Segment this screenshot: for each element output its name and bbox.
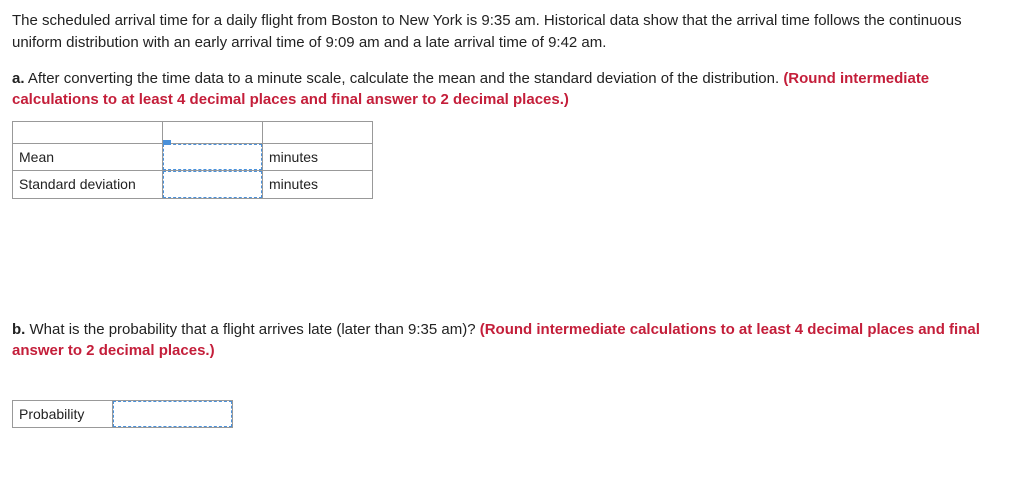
part-b-text: What is the probability that a flight ar…	[25, 321, 479, 338]
part-a-label: a.	[12, 70, 25, 87]
mean-input-cell	[163, 144, 263, 171]
part-a-question: a. After converting the time data to a m…	[12, 68, 1012, 112]
probability-input[interactable]	[113, 401, 232, 427]
mean-input[interactable]	[163, 144, 262, 170]
table-header-empty	[163, 122, 263, 144]
part-a-table: Mean minutes Standard deviation minutes	[12, 121, 373, 199]
probability-input-cell	[113, 401, 233, 428]
part-b-question: b. What is the probability that a flight…	[12, 319, 1012, 363]
table-row: Mean minutes	[13, 144, 373, 171]
table-header-empty	[263, 122, 373, 144]
sd-unit: minutes	[263, 171, 373, 198]
sd-label: Standard deviation	[13, 171, 163, 198]
mean-label: Mean	[13, 144, 163, 171]
probability-label: Probability	[13, 401, 113, 428]
mean-unit: minutes	[263, 144, 373, 171]
part-b-label: b.	[12, 321, 25, 338]
problem-intro: The scheduled arrival time for a daily f…	[12, 10, 1012, 54]
table-header-empty	[13, 122, 163, 144]
table-row: Probability	[13, 401, 233, 428]
sd-input-cell	[163, 171, 263, 198]
table-row: Standard deviation minutes	[13, 171, 373, 198]
part-a-text: After converting the time data to a minu…	[25, 70, 784, 87]
part-b-table: Probability	[12, 400, 233, 428]
sd-input[interactable]	[163, 171, 262, 197]
